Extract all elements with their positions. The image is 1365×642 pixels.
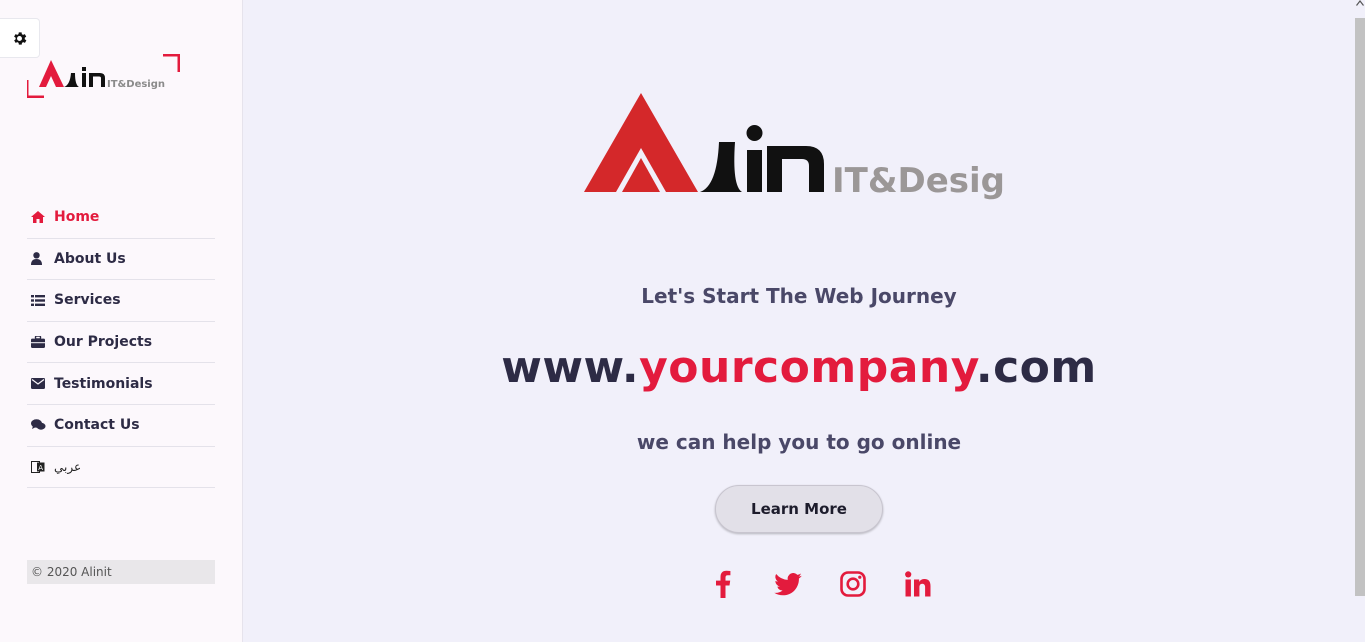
briefcase-icon [31, 336, 49, 349]
nav-item-services[interactable]: Services [27, 280, 215, 322]
social-links [705, 566, 935, 602]
twitter-icon [773, 572, 802, 595]
svg-text:IT&Design: IT&Design [107, 79, 165, 90]
sidebar: IT&Design Home About Us Services Our Pro… [0, 0, 243, 642]
nav-item-label: عربي [54, 459, 82, 474]
svg-text:IT&Design: IT&Design [832, 161, 1004, 201]
nav-item-home[interactable]: Home [27, 197, 215, 239]
nav-item-our-projects[interactable]: Our Projects [27, 322, 215, 364]
user-icon [31, 252, 49, 266]
sidebar-nav: Home About Us Services Our Projects Test… [27, 197, 215, 489]
linkedin-icon [904, 571, 930, 597]
settings-button[interactable] [0, 18, 40, 58]
scrollbar-thumb[interactable] [1355, 18, 1365, 596]
nav-item-label: Testimonials [54, 375, 153, 392]
envelope-icon [31, 378, 49, 390]
twitter-link[interactable] [770, 566, 805, 602]
scroll-up-arrow[interactable] [1355, 0, 1365, 14]
instagram-icon [839, 571, 866, 597]
language-icon: A [31, 460, 49, 473]
facebook-icon [715, 570, 730, 598]
domain-prefix: www. [501, 342, 640, 393]
domain-accent: yourcompany [639, 342, 976, 393]
list-icon [31, 294, 49, 306]
nav-item-label: Home [54, 209, 100, 226]
nav-item-language[interactable]: A عربي [27, 447, 215, 489]
home-icon [31, 211, 49, 224]
nav-item-label: Services [54, 292, 121, 309]
svg-text:A: A [38, 464, 43, 472]
hero-logo: IT&Design [584, 90, 1029, 202]
nav-item-testimonials[interactable]: Testimonials [27, 363, 215, 405]
nav-item-contact-us[interactable]: Contact Us [27, 405, 215, 447]
hero-domain: www.yourcompany.com [243, 342, 1355, 393]
sidebar-logo[interactable]: IT&Design [25, 53, 181, 99]
instagram-link[interactable] [835, 566, 870, 602]
comments-icon [31, 419, 49, 431]
copyright: © 2020 Alinit [27, 560, 215, 584]
hero-tagline: Let's Start The Web Journey [641, 284, 957, 308]
learn-more-button[interactable]: Learn More [715, 485, 883, 533]
nav-item-about-us[interactable]: About Us [27, 239, 215, 281]
hero-subline: we can help you to go online [636, 430, 962, 454]
nav-item-label: About Us [54, 250, 126, 267]
scrollbar[interactable] [1355, 0, 1365, 642]
nav-item-label: Our Projects [54, 334, 153, 351]
hero-section: IT&Design Let's Start The Web Journey ww… [243, 0, 1355, 642]
linkedin-link[interactable] [900, 566, 935, 602]
domain-suffix: .com [975, 342, 1097, 393]
nav-item-label: Contact Us [54, 417, 140, 434]
facebook-link[interactable] [705, 566, 740, 602]
gear-icon [14, 31, 27, 45]
